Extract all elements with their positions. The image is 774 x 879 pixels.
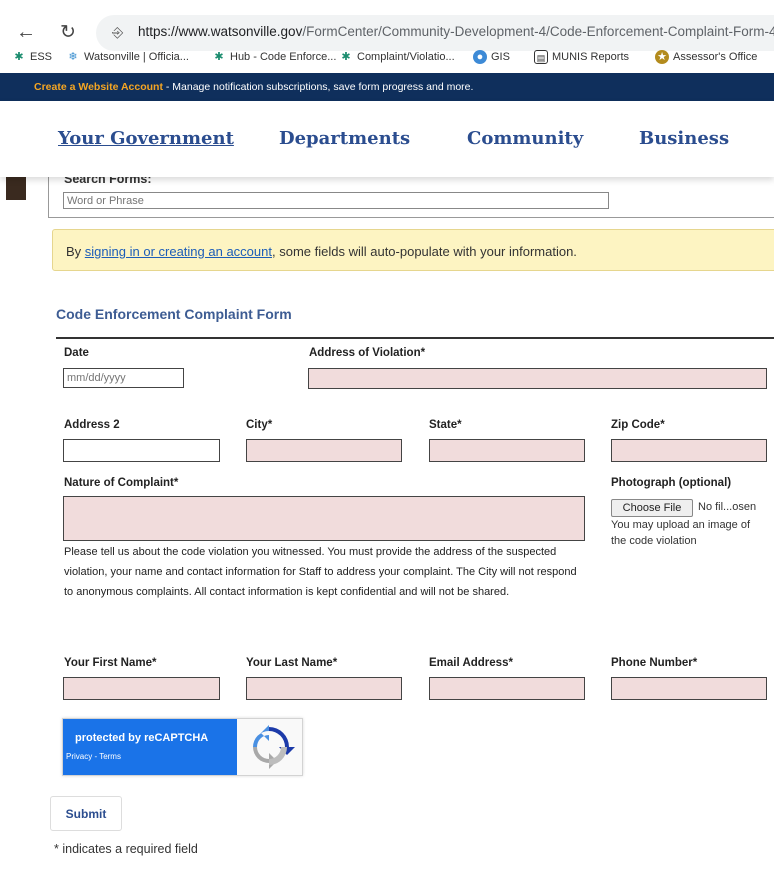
city-input[interactable] bbox=[246, 439, 402, 462]
sign-in-link[interactable]: signing in or creating an account bbox=[85, 244, 272, 259]
zip-input[interactable] bbox=[611, 439, 767, 462]
bookmark-complaint[interactable]: ✱ Complaint/Violatio... bbox=[339, 50, 454, 64]
nav-business[interactable]: Business bbox=[639, 128, 729, 149]
last-name-label: Your Last Name* bbox=[246, 657, 338, 669]
photo-label: Photograph (optional) bbox=[611, 477, 732, 489]
nav-community[interactable]: Community bbox=[467, 128, 583, 149]
bookmark-hub[interactable]: ✱ Hub - Code Enforce... bbox=[212, 50, 336, 64]
notice-text: By signing in or creating an account, so… bbox=[66, 244, 577, 259]
address2-input[interactable] bbox=[63, 439, 220, 462]
bookmark-assessor[interactable]: ★ Assessor's Office bbox=[655, 50, 757, 64]
recaptcha-panel bbox=[63, 719, 237, 775]
banner-text: Create a Website Account - Manage notifi… bbox=[34, 81, 474, 93]
nav-departments[interactable]: Departments bbox=[279, 128, 410, 149]
first-name-label: Your First Name* bbox=[64, 657, 157, 669]
date-label: Date bbox=[64, 347, 89, 359]
hub-icon: ✱ bbox=[214, 51, 224, 63]
date-input[interactable] bbox=[63, 368, 184, 388]
last-name-input[interactable] bbox=[246, 677, 402, 700]
email-label: Email Address* bbox=[429, 657, 513, 669]
nav-your-government[interactable]: Your Government bbox=[58, 128, 234, 149]
search-input[interactable] bbox=[63, 192, 609, 209]
bookmark-munis[interactable]: ▤ MUNIS Reports bbox=[534, 50, 629, 64]
url-text[interactable]: https://www.watsonville.gov/FormCenter/C… bbox=[138, 24, 774, 39]
assessor-icon: ★ bbox=[655, 50, 669, 64]
first-name-input[interactable] bbox=[63, 677, 220, 700]
recaptcha-title: protected by reCAPTCHA bbox=[75, 732, 209, 744]
email-input[interactable] bbox=[429, 677, 585, 700]
bookmark-watsonville[interactable]: ❄ Watsonville | Officia... bbox=[66, 50, 189, 64]
bookmark-ess[interactable]: ✱ ESS bbox=[12, 50, 52, 64]
complaint-label: Nature of Complaint* bbox=[64, 477, 179, 489]
zip-label: Zip Code* bbox=[611, 419, 665, 431]
ess-icon: ✱ bbox=[14, 51, 24, 63]
address-label: Address of Violation* bbox=[309, 347, 426, 359]
complaint-icon: ✱ bbox=[341, 51, 351, 63]
complaint-help-text: Please tell us about the code violation … bbox=[64, 546, 577, 598]
state-input[interactable] bbox=[429, 439, 585, 462]
back-arrow-icon[interactable]: ← bbox=[16, 21, 36, 44]
form-title: Code Enforcement Complaint Form bbox=[56, 306, 292, 322]
chart-icon: ▤ bbox=[534, 50, 548, 64]
site-info-icon[interactable]: ⎆ bbox=[112, 24, 123, 41]
watsonville-icon: ❄ bbox=[68, 51, 78, 63]
recaptcha-links[interactable]: Privacy - Terms bbox=[66, 752, 121, 761]
address-input[interactable] bbox=[308, 368, 767, 389]
gis-icon: ● bbox=[473, 50, 487, 64]
state-label: State* bbox=[429, 419, 462, 431]
side-tab[interactable] bbox=[6, 176, 26, 200]
phone-label: Phone Number* bbox=[611, 657, 698, 669]
photo-note: You may upload an image of the code viol… bbox=[611, 519, 751, 547]
submit-button[interactable]: Submit bbox=[50, 796, 122, 831]
phone-input[interactable] bbox=[611, 677, 767, 700]
bookmark-gis[interactable]: ● GIS bbox=[473, 50, 510, 64]
recaptcha-logo-icon bbox=[237, 719, 302, 775]
address2-label: Address 2 bbox=[64, 419, 120, 431]
choose-file-button[interactable]: Choose File bbox=[611, 499, 693, 517]
city-label: City* bbox=[246, 419, 273, 431]
file-status: No fil...osen bbox=[698, 501, 757, 513]
complaint-textarea[interactable] bbox=[63, 496, 585, 541]
form-divider bbox=[56, 337, 774, 339]
reload-icon[interactable]: ↻ bbox=[60, 21, 76, 44]
create-account-link[interactable]: Create a Website Account bbox=[34, 81, 163, 93]
required-note: * indicates a required field bbox=[54, 842, 198, 856]
